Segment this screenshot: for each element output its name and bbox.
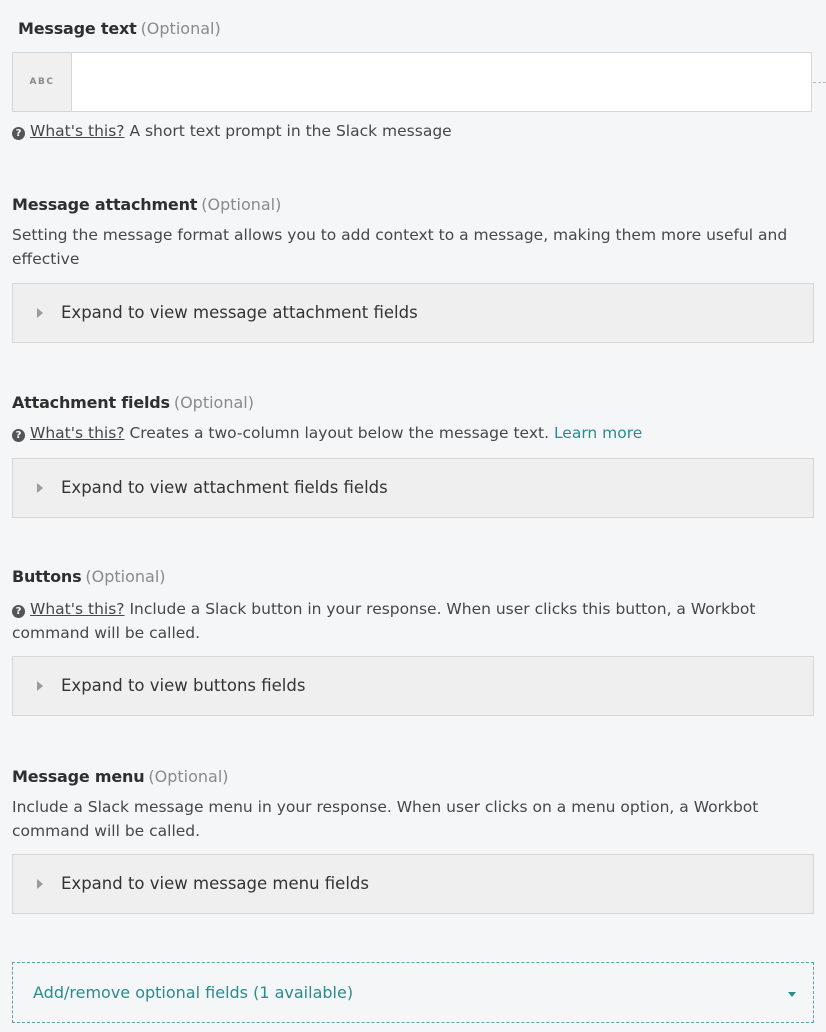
whats-this-link[interactable]: What's this? — [30, 122, 125, 140]
help-text: Creates a two-column layout below the me… — [129, 424, 549, 442]
expander-label: Expand to view message attachment fields — [61, 303, 418, 322]
question-circle-icon: ? — [12, 605, 25, 618]
whats-this-link[interactable]: What's this? — [30, 424, 125, 442]
message-menu-label: Message menu (Optional) — [12, 767, 229, 787]
message-attachment-expander[interactable]: Expand to view message attachment fields — [12, 283, 814, 343]
field-label: Attachment fields — [12, 393, 170, 412]
message-text-input[interactable] — [73, 53, 811, 111]
attachment-fields-label: Attachment fields (Optional) — [12, 393, 254, 413]
optional-tag: (Optional) — [173, 393, 254, 412]
expander-label: Expand to view buttons fields — [61, 676, 306, 695]
message-text-label: Message text (Optional) — [18, 19, 221, 39]
message-menu-expander[interactable]: Expand to view message menu fields — [12, 854, 814, 914]
field-connector — [813, 82, 826, 83]
optional-tag: (Optional) — [140, 19, 221, 38]
attachment-fields-help: ? What's this? Creates a two-column layou… — [12, 421, 642, 445]
add-remove-label: Add/remove optional fields (1 available) — [33, 983, 354, 1002]
add-remove-optional-fields-dropdown[interactable]: Add/remove optional fields (1 available) — [12, 962, 814, 1023]
buttons-help: ? What's this? Include a Slack button in … — [12, 597, 812, 645]
optional-tag: (Optional) — [201, 195, 282, 214]
caret-right-icon — [37, 308, 43, 318]
buttons-label: Buttons (Optional) — [12, 567, 166, 587]
attachment-fields-expander[interactable]: Expand to view attachment fields fields — [12, 458, 814, 518]
help-text: A short text prompt in the Slack message — [129, 122, 452, 140]
whats-this-link[interactable]: What's this? — [30, 600, 125, 618]
question-circle-icon: ? — [12, 127, 25, 140]
learn-more-link[interactable]: Learn more — [554, 424, 642, 442]
message-menu-description: Include a Slack message menu in your res… — [12, 798, 759, 840]
caret-down-icon — [788, 992, 796, 997]
buttons-expander[interactable]: Expand to view buttons fields — [12, 656, 814, 716]
expander-label: Expand to view attachment fields fields — [61, 478, 388, 497]
message-text-help: ? What's this? A short text prompt in the… — [12, 119, 452, 143]
message-attachment-label: Message attachment (Optional) — [12, 195, 281, 215]
text-type-badge: ABC — [13, 53, 72, 111]
caret-right-icon — [37, 483, 43, 493]
caret-right-icon — [37, 681, 43, 691]
field-label: Message text — [18, 19, 137, 38]
message-attachment-description: Setting the message format allows you to… — [12, 226, 788, 268]
message-text-field[interactable]: ABC — [12, 52, 812, 112]
caret-right-icon — [37, 879, 43, 889]
question-circle-icon: ? — [12, 429, 25, 442]
expander-label: Expand to view message menu fields — [61, 874, 369, 893]
field-label: Message menu — [12, 767, 145, 786]
field-label: Message attachment — [12, 195, 198, 214]
field-label: Buttons — [12, 567, 82, 586]
optional-tag: (Optional) — [148, 767, 229, 786]
optional-tag: (Optional) — [85, 567, 166, 586]
